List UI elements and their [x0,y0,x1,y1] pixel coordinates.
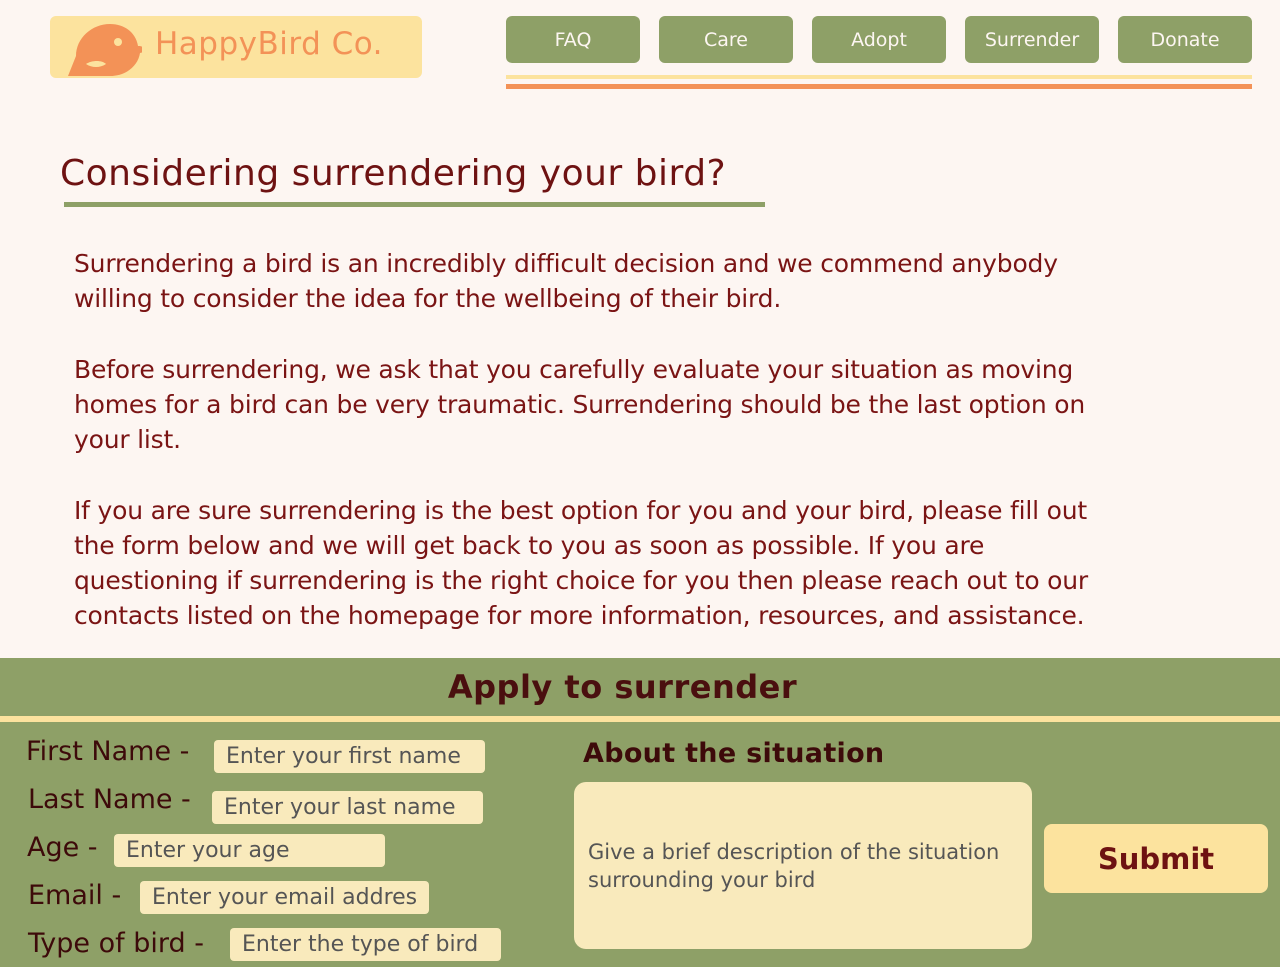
brand-name: HappyBird Co. [155,26,384,62]
nav-adopt-button[interactable]: Adopt [812,16,946,63]
first-name-input[interactable] [214,740,485,773]
nav-care-button[interactable]: Care [659,16,793,63]
last-name-input[interactable] [212,791,483,824]
first-name-label: First Name - [26,736,190,767]
bird-icon [68,24,142,76]
nav-divider-yellow [506,75,1252,79]
intro-paragraph-2: Before surrendering, we ask that you car… [74,355,1086,454]
age-input[interactable] [114,834,385,867]
intro-paragraph-3: If you are sure surrendering is the best… [74,496,1088,630]
bird-type-label: Type of bird - [28,928,204,959]
about-situation-textarea[interactable] [574,782,1032,949]
title-underline [64,202,765,207]
intro-paragraph-1: Surrendering a bird is an incredibly dif… [74,249,1058,313]
email-label: Email - [28,880,122,911]
bird-type-input[interactable] [230,928,501,961]
last-name-label: Last Name - [28,784,191,815]
age-label: Age - [27,832,98,863]
nav-divider-orange [506,84,1252,89]
nav-faq-button[interactable]: FAQ [506,16,640,63]
nav-surrender-button[interactable]: Surrender [965,16,1099,63]
form-divider [0,716,1280,722]
nav-donate-button[interactable]: Donate [1118,16,1252,63]
about-situation-label: About the situation [583,738,885,769]
email-input[interactable] [140,881,429,914]
submit-button[interactable]: Submit [1044,824,1268,893]
form-title: Apply to surrender [447,668,798,706]
logo[interactable]: HappyBird Co. [50,16,422,78]
page-title: Considering surrendering your bird? [60,153,727,194]
